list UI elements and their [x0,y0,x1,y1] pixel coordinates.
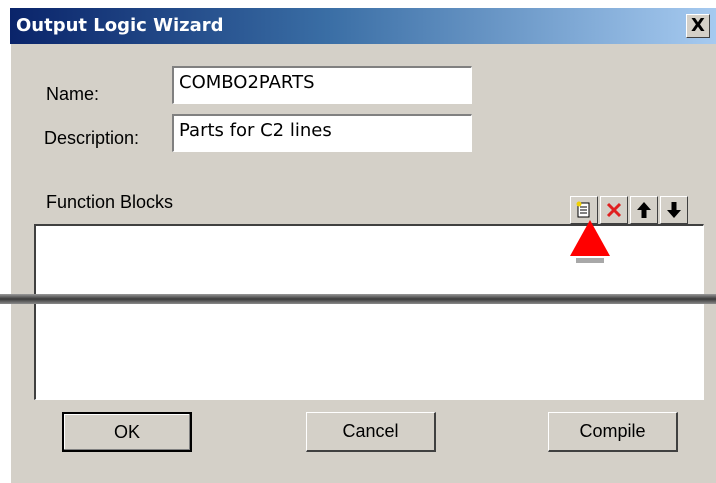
compile-button[interactable]: Compile [548,412,678,452]
function-blocks-label: Function Blocks [46,192,174,212]
new-block-icon [576,201,590,218]
close-button[interactable]: X [686,14,710,38]
description-field[interactable]: Parts for C2 lines [172,114,472,152]
description-label: Description: [44,128,140,148]
name-label: Name: [46,84,100,104]
arrow-down-icon [667,202,681,218]
red-pointer-arrow [570,220,610,263]
arrow-up-icon [637,202,651,218]
name-field[interactable]: COMBO2PARTS [172,66,472,104]
ok-button[interactable]: OK [62,412,192,452]
title-bar[interactable]: Output Logic Wizard X [10,8,716,44]
window-title: Output Logic Wizard [16,15,224,36]
delete-x-icon [606,202,622,218]
cancel-button[interactable]: Cancel [306,412,436,452]
output-logic-wizard-dialog: Output Logic Wizard X Name: COMBO2PARTS … [0,8,716,483]
move-up-button[interactable] [630,196,658,224]
move-down-button[interactable] [660,196,688,224]
screenshot-break-divider [0,294,716,304]
